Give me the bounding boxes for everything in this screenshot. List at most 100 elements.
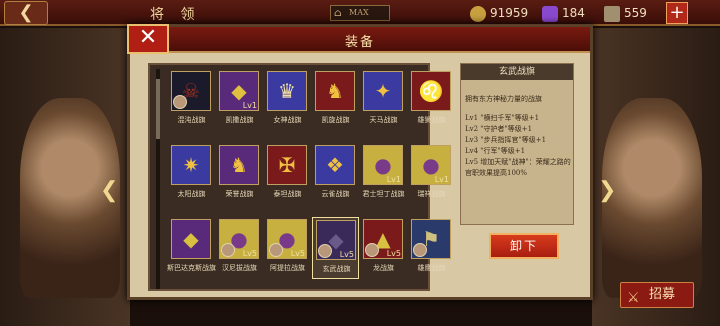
flag-cell[interactable]: ✦ 天马战旗	[360, 69, 407, 131]
flag-cell[interactable]: ✷ 太阳战旗	[168, 143, 215, 205]
flag-level-bonus: Lv1 "横扫千军"等级+1	[465, 114, 540, 122]
flag-level: Lv5	[290, 249, 305, 258]
flag-name: 龙战旗	[373, 264, 394, 272]
flag-icon: ● Lv1	[411, 145, 451, 185]
flag-name: 荣誉战旗	[225, 190, 254, 198]
scrollbar[interactable]	[156, 69, 160, 289]
scrollbar-thumb[interactable]	[156, 79, 160, 139]
flag-name: 凯旋战旗	[321, 116, 350, 124]
flag-icon: ● Lv5	[219, 219, 259, 259]
flag-name: 君士坦丁战旗	[362, 190, 405, 198]
flag-name: 雄狮战旗	[417, 116, 446, 124]
flag-level: Lv1	[434, 175, 449, 184]
flag-emblem-icon: ♛	[278, 79, 296, 103]
flag-icon: ✠	[267, 145, 307, 185]
rank-badge: ⌂ MAX	[330, 5, 390, 21]
flag-icon: ◆	[171, 219, 211, 259]
recruit-label: 招募	[649, 287, 676, 302]
flag-level-bonus: Lv3 "步兵指挥官"等级+1	[465, 136, 547, 144]
flag-info-panel: 玄武战旗 拥有东方神秘力量的战旗 Lv1 "横扫千军"等级+1 Lv2 "守护者…	[460, 63, 574, 225]
flag-cell[interactable]: ◆ 斯巴达克斯战旗	[167, 217, 216, 279]
close-button[interactable]: ✕	[127, 24, 169, 54]
flag-name: 凯撒战旗	[225, 116, 254, 124]
flag-cell[interactable]: ● Lv1 瑞祥战旗	[408, 143, 455, 205]
flag-icon: ♌	[411, 71, 451, 111]
flag-level: Lv5	[386, 249, 401, 258]
flag-cell[interactable]: ♛ 女神战旗	[264, 69, 311, 131]
flag-cell[interactable]: ♞ 凯旋战旗	[312, 69, 359, 131]
flag-cell[interactable]: ✠ 泰坦战旗	[264, 143, 311, 205]
flag-icon: ◆ Lv5	[316, 220, 356, 260]
page-title: 将 领	[150, 7, 201, 23]
flag-icon: ⚑	[411, 219, 451, 259]
scroll-value: 559	[624, 6, 647, 20]
flag-cell[interactable]: ♌ 雄狮战旗	[408, 69, 455, 131]
rank-label: MAX	[349, 8, 369, 17]
flag-cell[interactable]: ▲ Lv5 龙战旗	[360, 217, 407, 279]
flag-emblem-icon: ◆	[183, 227, 199, 251]
flag-cell[interactable]: ⚑ 雄鹰战旗	[408, 217, 455, 279]
close-icon: ✕	[138, 25, 158, 50]
flag-emblem-icon: ♞	[230, 153, 248, 177]
flag-name: 瑞祥战旗	[417, 190, 446, 198]
flag-icon: ✦	[363, 71, 403, 111]
general-avatar-icon	[365, 243, 379, 257]
flag-name: 云雀战旗	[321, 190, 350, 198]
general-avatar-icon	[318, 244, 332, 258]
flag-cell[interactable]: ◆ Lv5 玄武战旗	[312, 217, 359, 279]
back-button[interactable]: ❮	[4, 1, 48, 25]
flag-info-text: 拥有东方神秘力量的战旗 Lv1 "横扫千军"等级+1 Lv2 "守护者"等级+1…	[465, 94, 573, 179]
flag-description: 拥有东方神秘力量的战旗	[465, 95, 542, 103]
flag-level: Lv1	[242, 101, 257, 110]
flag-emblem-icon: ✦	[374, 79, 392, 103]
recruit-button[interactable]: ⚔ 招募	[620, 282, 694, 308]
flag-emblem-icon: ♞	[326, 79, 344, 103]
flag-name: 泰坦战旗	[273, 190, 302, 198]
flag-cell[interactable]: ☠ 混沌战旗	[168, 69, 215, 131]
prev-general-icon[interactable]: ❮	[100, 178, 118, 203]
gem-value: 184	[562, 6, 585, 20]
modal-title: 装备	[344, 35, 375, 50]
flag-name: 太阳战旗	[177, 190, 206, 198]
unequip-button[interactable]: 卸下	[489, 233, 559, 259]
flag-level: Lv5	[339, 250, 354, 259]
flag-level-bonus: Lv4 "行军"等级+1	[465, 147, 526, 155]
flag-name: 混沌战旗	[177, 116, 206, 124]
flag-cell[interactable]: ♞ 荣誉战旗	[216, 143, 263, 205]
top-bar: ❮ 将 领 ⌂ MAX 91959 184 559 +	[0, 0, 720, 26]
flag-level: Lv1	[386, 175, 401, 184]
coin-counter: 91959	[470, 3, 528, 23]
scroll-counter: 559	[604, 3, 647, 23]
general-avatar-icon	[173, 95, 187, 109]
flag-icon: ☠	[171, 71, 211, 111]
flag-icon: ❖	[315, 145, 355, 185]
flag-icon: ♞	[315, 71, 355, 111]
background-left: ❮	[0, 28, 130, 326]
general-avatar-icon	[413, 243, 427, 257]
flag-name: 斯巴达克斯战旗	[167, 264, 216, 272]
general-avatar-icon	[221, 243, 235, 257]
flag-cell[interactable]: ● Lv5 阿提拉战旗	[264, 217, 311, 279]
flag-emblem-icon: ♌	[418, 79, 444, 103]
modal-header: 装备	[130, 27, 590, 53]
flag-icon: ♛	[267, 71, 307, 111]
flag-grid: ☠ 混沌战旗 ◆ Lv1 凯撒战旗 ♛ 女神战旗 ♞ 凯旋战旗 ✦ 天马战旗 ♌ 雄狮战旗 ✷ 太阳战旗 ♞ 荣…	[148, 63, 451, 291]
flag-cell[interactable]: ● Lv5 汉尼拔战旗	[216, 217, 263, 279]
bank-icon: ⌂	[334, 8, 342, 19]
next-general-icon[interactable]: ❯	[598, 178, 616, 203]
flag-name: 雄鹰战旗	[417, 264, 446, 272]
back-arrow-icon: ❮	[18, 2, 34, 23]
add-resource-button[interactable]: +	[666, 2, 688, 24]
flag-cell[interactable]: ● Lv1 君士坦丁战旗	[360, 143, 407, 205]
flag-name: 女神战旗	[273, 116, 302, 124]
flag-cell[interactable]: ❖ 云雀战旗	[312, 143, 359, 205]
general-portrait-right	[602, 98, 702, 298]
flag-icon: ▲ Lv5	[363, 219, 403, 259]
flag-icon: ♞	[219, 145, 259, 185]
flag-icon: ● Lv1	[363, 145, 403, 185]
flag-name: 天马战旗	[369, 116, 398, 124]
flag-emblem-icon: ✷	[182, 153, 200, 177]
flag-icon: ✷	[171, 145, 211, 185]
flag-info-title: 玄武战旗	[461, 64, 573, 80]
flag-cell[interactable]: ◆ Lv1 凯撒战旗	[216, 69, 263, 131]
